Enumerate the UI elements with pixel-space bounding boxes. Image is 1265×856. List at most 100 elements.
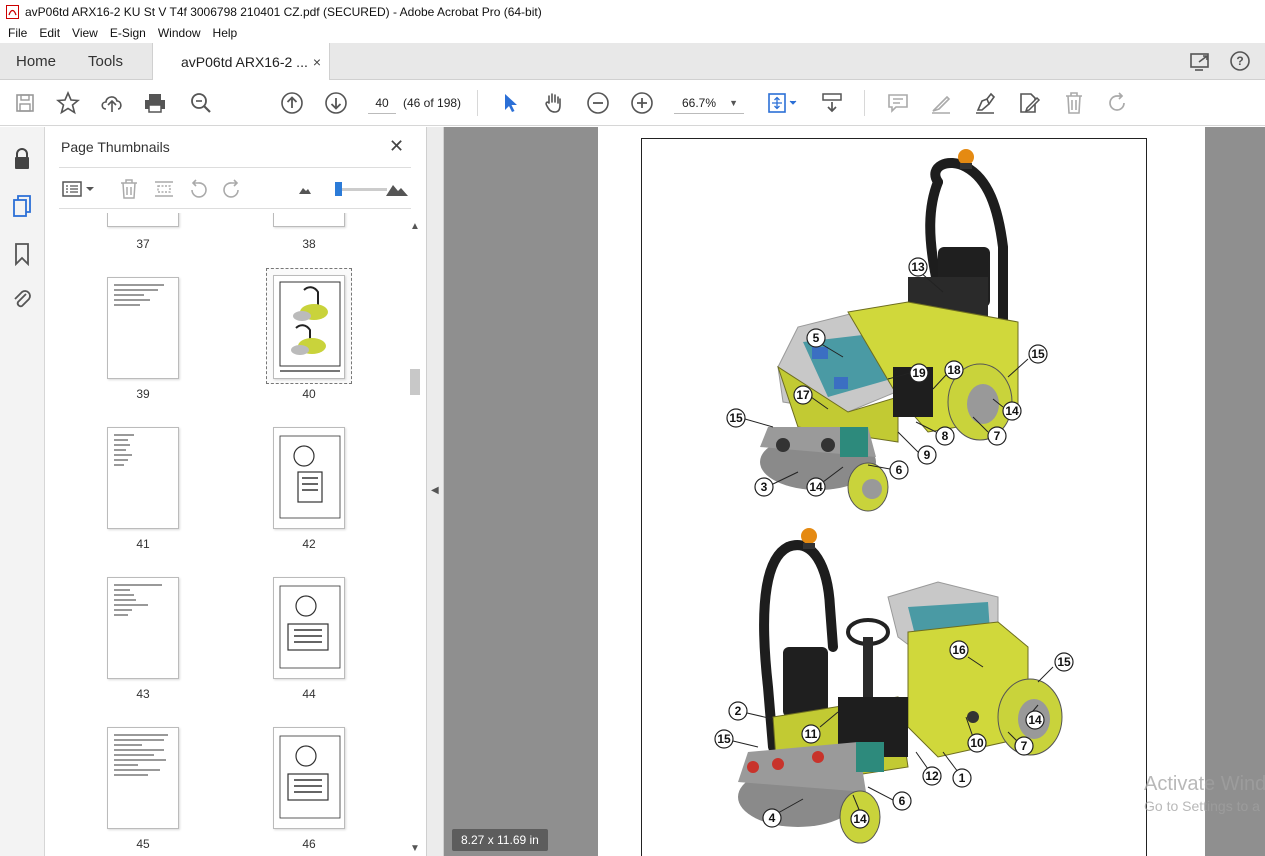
svg-text:14: 14: [1028, 713, 1042, 727]
svg-text:6: 6: [899, 794, 906, 808]
thumbnail-scrollbar[interactable]: ▲ ▼: [407, 219, 423, 856]
tab-document-label: avP06td ARX16-2 ...: [181, 54, 308, 70]
menu-view[interactable]: View: [66, 26, 104, 40]
scrollbar-thumb[interactable]: [410, 369, 420, 395]
tabbar-right-icons: ?: [1189, 50, 1251, 72]
toolbar-divider: [864, 90, 865, 116]
menu-window[interactable]: Window: [152, 26, 207, 40]
svg-text:9: 9: [924, 448, 931, 462]
rotate-left-icon[interactable]: [187, 178, 209, 200]
lock-icon[interactable]: [10, 147, 34, 171]
svg-text:8: 8: [942, 429, 949, 443]
svg-text:16: 16: [952, 643, 966, 657]
tab-close-icon[interactable]: ×: [313, 54, 321, 70]
help-icon[interactable]: ?: [1229, 50, 1251, 72]
previous-page-icon[interactable]: [280, 91, 304, 115]
next-page-icon[interactable]: [324, 91, 348, 115]
panel-collapse-handle[interactable]: ◀: [427, 127, 444, 856]
tab-tools[interactable]: Tools: [88, 43, 123, 80]
thumbnail-page-number: 39: [136, 387, 150, 401]
thumbnail-page[interactable]: [107, 277, 179, 379]
thumbnail-larger-icon[interactable]: [385, 178, 409, 200]
page-number-input[interactable]: [368, 92, 396, 114]
edit-document-icon[interactable]: [1017, 91, 1041, 115]
chevron-down-icon[interactable]: ▼: [410, 843, 420, 854]
panel-title: Page Thumbnails: [61, 139, 170, 155]
delete-trash-icon[interactable]: [1062, 91, 1086, 115]
menu-file[interactable]: File: [2, 26, 33, 40]
callout-15-top-right: 15: [1007, 344, 1048, 378]
thumbnail-drawing: [279, 435, 341, 519]
thumbnail-illustration: [279, 281, 341, 372]
zoom-in-icon[interactable]: [630, 91, 654, 115]
select-cursor-icon[interactable]: [498, 91, 522, 115]
rotate-right-icon[interactable]: [221, 178, 243, 200]
highlight-pen-icon[interactable]: [929, 91, 953, 115]
zoom-level-value: 66.7%: [682, 96, 717, 110]
svg-text:10: 10: [970, 736, 984, 750]
svg-text:17: 17: [796, 388, 810, 402]
thumbnail-page[interactable]: [273, 427, 345, 529]
thumbnail-drawing: [279, 585, 341, 669]
delete-page-icon[interactable]: [119, 178, 139, 200]
close-icon[interactable]: ✕: [389, 136, 404, 157]
share-screen-icon[interactable]: [1189, 50, 1213, 72]
svg-text:19: 19: [912, 366, 926, 380]
comment-icon[interactable]: [886, 91, 910, 115]
activate-windows-watermark: Activate Windo Go to Settings to a: [1144, 773, 1265, 814]
thumbnail-page-selected[interactable]: [273, 275, 345, 379]
thumbnail-smaller-icon[interactable]: [297, 178, 313, 200]
bookmark-icon[interactable]: [10, 242, 34, 266]
callout-16: 16: [949, 640, 984, 668]
thumbnail-list: 37 38 39 40 41 42 43 44 45 46: [59, 213, 407, 856]
zoom-out-icon[interactable]: [586, 91, 610, 115]
sign-pen-icon[interactable]: [973, 91, 997, 115]
redo-icon[interactable]: [1105, 91, 1129, 115]
callout-14-bottom-right: 14: [1025, 704, 1045, 730]
thumbnail-page[interactable]: [107, 427, 179, 529]
watermark-line-1: Activate Windo: [1144, 773, 1265, 795]
menu-edit[interactable]: Edit: [33, 26, 66, 40]
callout-8: 8: [915, 421, 955, 446]
svg-text:4: 4: [769, 811, 776, 825]
thumbnail-page[interactable]: [273, 213, 345, 227]
save-icon[interactable]: [13, 91, 37, 115]
tab-document[interactable]: avP06td ARX16-2 ... ×: [152, 43, 330, 81]
print-icon[interactable]: [143, 91, 167, 115]
menu-help[interactable]: Help: [207, 26, 244, 40]
page-thumbnails-icon[interactable]: [10, 194, 34, 218]
callout-4: 4: [762, 798, 804, 828]
svg-text:7: 7: [994, 429, 1001, 443]
thumbnail-page[interactable]: [107, 213, 179, 227]
svg-text:18: 18: [947, 363, 961, 377]
zoom-search-icon[interactable]: [189, 91, 213, 115]
left-rail: [0, 127, 45, 856]
callout-18: 18: [932, 360, 964, 390]
menu-esign[interactable]: E-Sign: [104, 26, 152, 40]
upload-cloud-icon[interactable]: [100, 91, 124, 115]
main-toolbar: (46 of 198) 66.7% ▼: [0, 80, 1265, 126]
svg-text:12: 12: [925, 769, 939, 783]
callout-1: 1: [942, 751, 972, 788]
callout-7-top: 7: [972, 416, 1007, 446]
zoom-level-dropdown[interactable]: 66.7% ▼: [674, 92, 744, 114]
thumbnail-page[interactable]: [273, 727, 345, 829]
fit-page-icon[interactable]: [766, 91, 800, 115]
bookmark-star-icon[interactable]: [56, 91, 80, 115]
svg-text:15: 15: [1057, 655, 1071, 669]
thumbnail-page[interactable]: [273, 577, 345, 679]
extract-pages-icon[interactable]: [153, 178, 175, 200]
chevron-up-icon[interactable]: ▲: [410, 221, 420, 232]
tab-home[interactable]: Home: [16, 43, 56, 80]
thumbnail-size-slider[interactable]: [335, 182, 387, 196]
thumbnail-page[interactable]: [107, 577, 179, 679]
tab-bar: Home Tools avP06td ARX16-2 ... × ?: [0, 43, 1265, 81]
hand-tool-icon[interactable]: [542, 91, 566, 115]
callout-17: 17: [793, 385, 829, 410]
slider-knob[interactable]: [335, 182, 342, 196]
attachment-icon[interactable]: [10, 287, 34, 311]
scroll-mode-icon[interactable]: [820, 91, 844, 115]
thumbnail-page[interactable]: [107, 727, 179, 829]
options-menu-icon[interactable]: [61, 178, 97, 200]
document-view[interactable]: 13 5 19 18 15 17 15 14 7 8 9 6 3 14 16 1…: [444, 127, 1265, 856]
